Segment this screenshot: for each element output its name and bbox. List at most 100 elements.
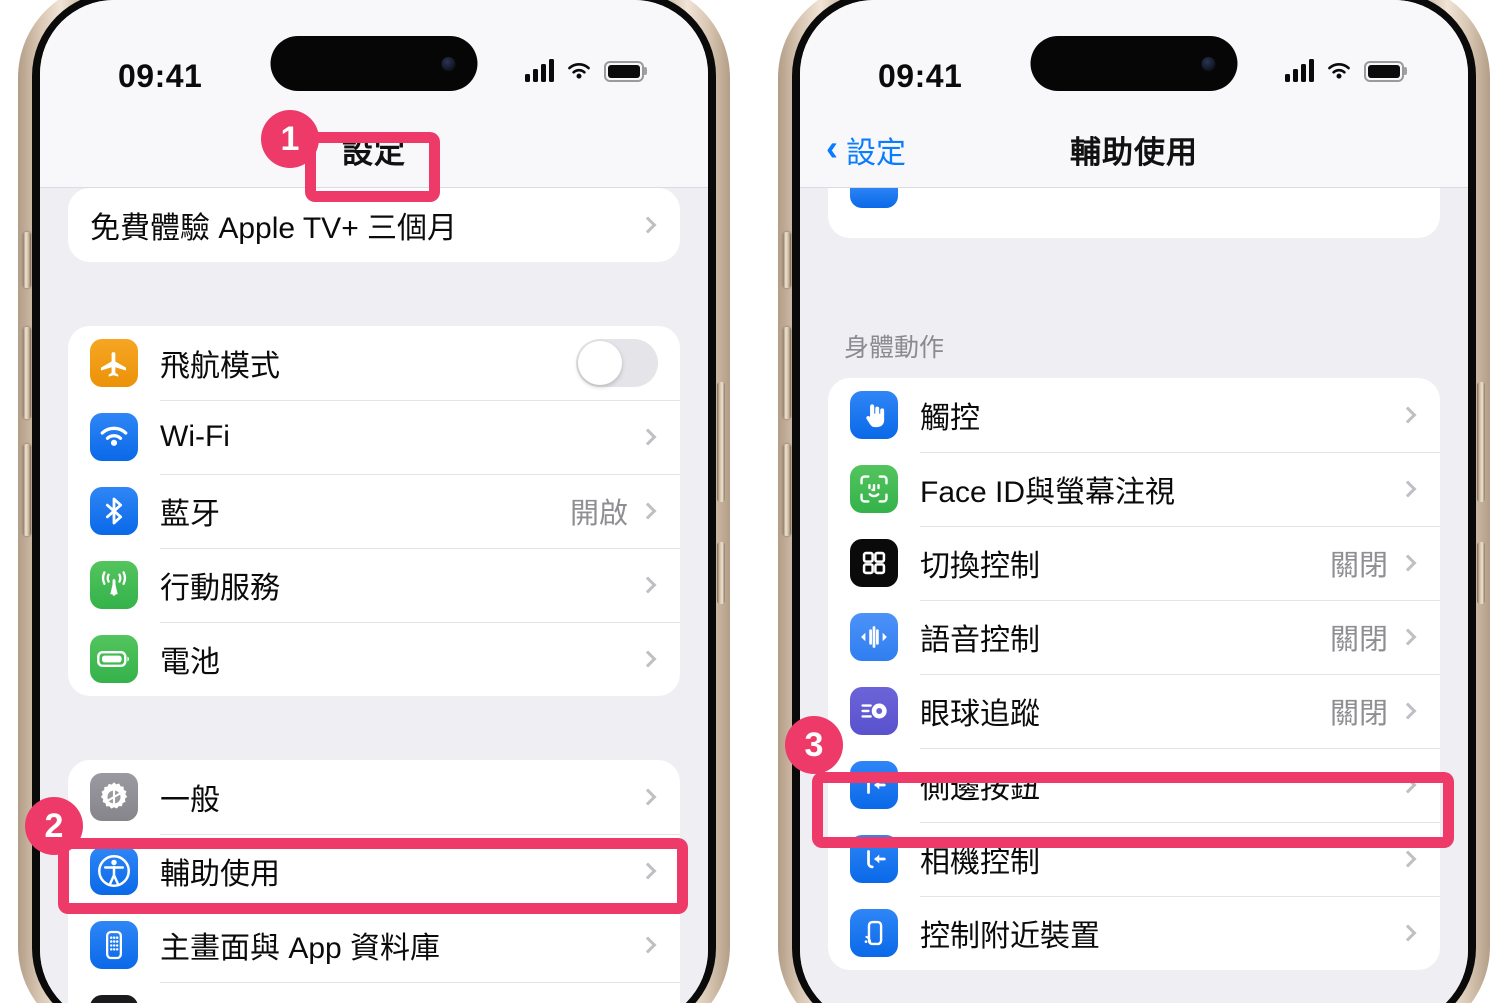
accessibility-list[interactable]: 身體動作 觸控 Face ID與螢幕注視 切換控制 關閉 語音控制 關閉 眼球追…	[800, 188, 1468, 1003]
row-label: 切換控制	[920, 550, 1040, 583]
chevron-right-icon	[1399, 850, 1417, 868]
accessibility-row[interactable]: 輔助使用	[68, 834, 680, 908]
camera-control-icon	[850, 835, 898, 883]
row-value: 關閉	[1329, 624, 1388, 656]
dynamic-island	[270, 36, 478, 91]
front-camera-icon	[1201, 56, 1216, 71]
chevron-right-icon	[639, 936, 657, 954]
camera-control-button[interactable]	[1477, 542, 1485, 604]
airplane-mode-toggle[interactable]	[576, 339, 658, 387]
partial-app-icon	[90, 995, 138, 1003]
action-button[interactable]	[783, 232, 791, 288]
partial-blue-icon	[850, 188, 898, 208]
row-side-button[interactable]: 側邊按鈕	[828, 748, 1440, 822]
row-partial-above[interactable]	[828, 188, 1440, 238]
status-bar: 09:41	[40, 0, 708, 112]
row-general[interactable]: 一般	[68, 760, 680, 834]
connectivity-group: 飛航模式 Wi-Fi 藍牙 開啟 行動服務 電池	[68, 326, 680, 696]
row-label: 電池	[160, 646, 220, 679]
row-label: 眼球追蹤	[920, 698, 1040, 731]
row-label: 輔助使用	[160, 858, 280, 891]
chevron-right-icon	[1399, 924, 1417, 942]
left-phone-screen: 09:41 設定 免費體驗 Apple TV+ 三個月 飛航模式 Wi-Fi 藍…	[40, 0, 708, 1003]
battery-icon	[90, 635, 138, 683]
right-phone-device: 09:41 ‹ 設定 輔助使用 身體動作 觸控 Face ID與螢幕注視 切換控…	[778, 0, 1490, 1003]
row-label: 觸控	[920, 402, 980, 435]
row-touch[interactable]: 觸控	[828, 378, 1440, 452]
row-eye-tracking[interactable]: 眼球追蹤 關閉	[828, 674, 1440, 748]
volume-down-button[interactable]	[783, 444, 791, 536]
status-time: 09:41	[118, 58, 203, 94]
row-home-screen[interactable]: 主畫面與 App 資料庫	[68, 908, 680, 982]
partial-group-above	[828, 188, 1440, 238]
chevron-right-icon	[639, 576, 657, 594]
row-voice-control[interactable]: 語音控制 關閉	[828, 600, 1440, 674]
row-label: 行動服務	[160, 572, 280, 605]
volume-up-button[interactable]	[783, 327, 791, 419]
volume-down-button[interactable]	[23, 444, 31, 536]
row-wifi[interactable]: Wi-Fi	[68, 400, 680, 474]
promo-row[interactable]: 免費體驗 Apple TV+ 三個月	[68, 188, 680, 262]
status-time: 09:41	[878, 58, 963, 94]
chevron-right-icon	[1399, 702, 1417, 720]
row-label: Face ID與螢幕注視	[920, 476, 1176, 509]
status-indicators	[1285, 59, 1404, 82]
touch-hand-icon	[850, 391, 898, 439]
row-face-id[interactable]: Face ID與螢幕注視	[828, 452, 1440, 526]
row-label: Wi-Fi	[160, 420, 230, 453]
control-nearby-devices-icon	[850, 909, 898, 957]
back-label: 設定	[846, 136, 906, 170]
promo-group: 免費體驗 Apple TV+ 三個月	[68, 188, 680, 262]
wifi-icon	[90, 413, 138, 461]
power-button[interactable]	[717, 382, 725, 502]
camera-control-button[interactable]	[717, 542, 725, 604]
row-value: 關閉	[1329, 550, 1388, 582]
dynamic-island	[1030, 36, 1238, 91]
cellular-bars-icon	[1285, 59, 1314, 82]
chevron-right-icon	[639, 502, 657, 520]
page-title: 輔助使用	[1070, 135, 1198, 170]
chevron-right-icon	[639, 862, 657, 880]
row-label: 飛航模式	[160, 350, 280, 383]
row-battery[interactable]: 電池	[68, 622, 680, 696]
switch-control-icon	[850, 539, 898, 587]
bluetooth-icon	[90, 487, 138, 535]
chevron-right-icon	[1399, 554, 1417, 572]
physical-motor-group: 觸控 Face ID與螢幕注視 切換控制 關閉 語音控制 關閉 眼球追蹤 關閉 …	[828, 378, 1440, 970]
chevron-left-icon: ‹	[826, 127, 838, 168]
volume-up-button[interactable]	[23, 327, 31, 419]
status-indicators	[525, 59, 644, 82]
camera-control-row[interactable]: 相機控制	[828, 822, 1440, 896]
row-partial-next[interactable]	[68, 982, 680, 1003]
accessibility-icon	[90, 847, 138, 895]
row-bluetooth[interactable]: 藍牙 開啟	[68, 474, 680, 548]
chevron-right-icon	[639, 650, 657, 668]
battery-full-icon	[604, 60, 644, 82]
cellular-icon	[90, 561, 138, 609]
step-badge-3: 3	[785, 716, 843, 774]
row-control-nearby-devices[interactable]: 控制附近裝置	[828, 896, 1440, 970]
back-button[interactable]: ‹ 設定	[826, 128, 906, 172]
left-settings-list[interactable]: 免費體驗 Apple TV+ 三個月 飛航模式 Wi-Fi 藍牙 開啟 行動服務…	[40, 188, 708, 1003]
right-nav-bar: ‹ 設定 輔助使用	[800, 112, 1468, 188]
section-header-physical: 身體動作	[844, 334, 945, 362]
gear-icon	[90, 773, 138, 821]
step-badge-2: 2	[25, 797, 83, 855]
row-switch-control[interactable]: 切換控制 關閉	[828, 526, 1440, 600]
row-label: 側邊按鈕	[920, 772, 1040, 805]
row-cellular[interactable]: 行動服務	[68, 548, 680, 622]
voice-control-icon	[850, 613, 898, 661]
promo-label: 免費體驗 Apple TV+ 三個月	[90, 212, 458, 245]
chevron-right-icon	[1399, 480, 1417, 498]
right-phone-screen: 09:41 ‹ 設定 輔助使用 身體動作 觸控 Face ID與螢幕注視 切換控…	[800, 0, 1468, 1003]
power-button[interactable]	[1477, 382, 1485, 502]
action-button[interactable]	[23, 232, 31, 288]
airplane-icon	[90, 339, 138, 387]
left-phone-device: 09:41 設定 免費體驗 Apple TV+ 三個月 飛航模式 Wi-Fi 藍…	[18, 0, 730, 1003]
row-label: 控制附近裝置	[920, 920, 1100, 953]
row-airplane-mode[interactable]: 飛航模式	[68, 326, 680, 400]
